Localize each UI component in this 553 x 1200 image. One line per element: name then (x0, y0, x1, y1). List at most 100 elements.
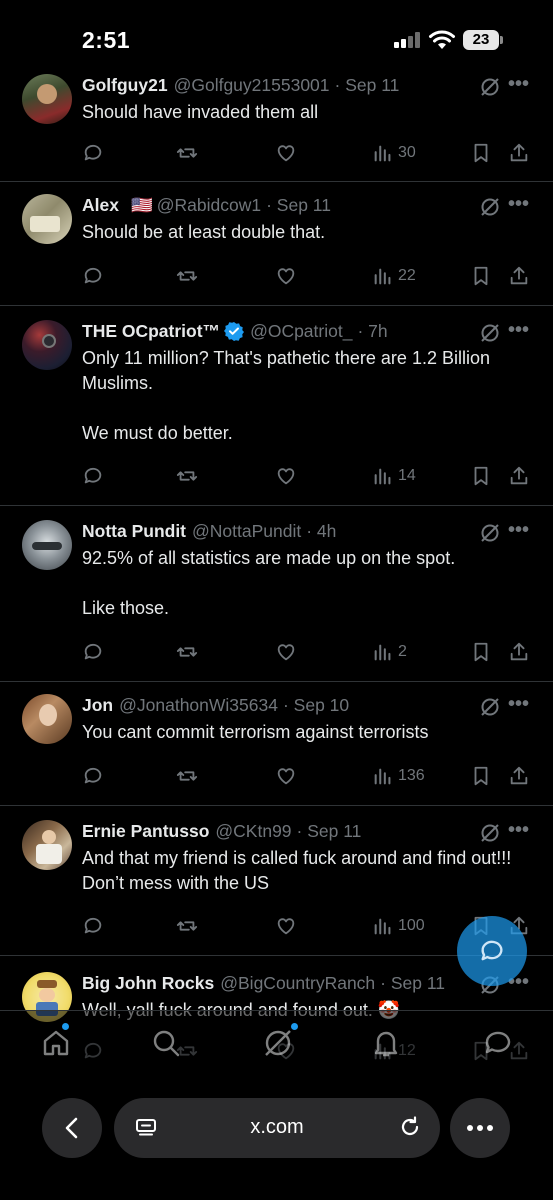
tweet[interactable]: Alex 🇺🇸 @Rabidcow1 · Sep 11 Should be at… (0, 182, 553, 306)
grok-icon[interactable] (479, 76, 501, 98)
notifications-icon[interactable] (370, 1027, 402, 1059)
username[interactable]: @JonathonWi35634 (119, 695, 278, 716)
username[interactable]: @Rabidcow1 (157, 195, 261, 216)
share-button[interactable] (508, 464, 530, 488)
views-button[interactable]: 100 (372, 914, 425, 938)
views-button[interactable]: 14 (372, 464, 416, 488)
home-icon[interactable] (40, 1027, 72, 1059)
avatar[interactable] (22, 74, 72, 124)
display-name[interactable]: Jon (82, 695, 113, 716)
grok-icon[interactable] (479, 822, 501, 844)
bookmark-button[interactable] (470, 764, 492, 788)
like-icon (277, 268, 295, 285)
grok-icon[interactable] (479, 522, 501, 544)
retweet-button[interactable] (176, 914, 198, 938)
avatar[interactable] (22, 320, 72, 370)
more-options-button[interactable]: ••• (508, 193, 529, 216)
search-icon[interactable] (150, 1027, 182, 1059)
like-button[interactable] (275, 464, 297, 488)
reply-button[interactable] (82, 141, 104, 165)
username[interactable]: @OCpatriot_ (250, 321, 352, 342)
bookmark-button[interactable] (470, 141, 492, 165)
share-button[interactable] (508, 640, 530, 664)
views-icon (374, 468, 391, 485)
display-name[interactable]: Alex (82, 195, 119, 216)
address-bar[interactable]: x.com (114, 1098, 440, 1158)
like-button[interactable] (275, 640, 297, 664)
share-button[interactable] (508, 764, 530, 788)
compose-reply-button[interactable] (457, 916, 527, 986)
display-name[interactable]: Big John Rocks (82, 973, 214, 994)
reply-button[interactable] (82, 914, 104, 938)
like-icon (277, 468, 295, 485)
views-button[interactable]: 22 (372, 264, 416, 288)
display-name[interactable]: THE OCpatriot™ (82, 321, 220, 342)
tweet-actions: 30 (82, 141, 532, 165)
display-name[interactable]: Golfguy21 (82, 75, 168, 96)
retweet-button[interactable] (176, 141, 198, 165)
avatar[interactable] (22, 694, 72, 744)
username[interactable]: @CKtn99 (215, 821, 291, 842)
bookmark-button[interactable] (470, 640, 492, 664)
reply-button[interactable] (82, 764, 104, 788)
tweet[interactable]: Jon @JonathonWi35634 · Sep 10 You cant c… (0, 682, 553, 806)
avatar[interactable] (22, 194, 72, 244)
display-name[interactable]: Ernie Pantusso (82, 821, 209, 842)
username[interactable]: @BigCountryRanch (220, 973, 375, 994)
messages-icon[interactable] (482, 1027, 514, 1059)
views-button[interactable]: 2 (372, 640, 407, 664)
views-button[interactable]: 136 (372, 764, 425, 788)
share-icon (510, 642, 528, 661)
views-button[interactable]: 30 (372, 141, 416, 165)
timestamp[interactable]: · Sep 11 (380, 973, 445, 994)
avatar[interactable] (22, 520, 72, 570)
share-button[interactable] (508, 264, 530, 288)
retweet-button[interactable] (176, 464, 198, 488)
grok-icon[interactable] (479, 696, 501, 718)
display-name[interactable]: Notta Pundit (82, 521, 186, 542)
grok-icon[interactable] (479, 196, 501, 218)
avatar[interactable] (22, 820, 72, 870)
timestamp[interactable]: · 7h (357, 321, 387, 342)
tweet-header: Ernie Pantusso @CKtn99 · Sep 11 (82, 819, 535, 843)
more-options-button[interactable]: ••• (508, 819, 529, 842)
bookmark-button[interactable] (470, 464, 492, 488)
username[interactable]: @NottaPundit (192, 521, 301, 542)
grok-icon[interactable] (479, 322, 501, 344)
bookmark-icon (474, 266, 488, 286)
retweet-button[interactable] (176, 764, 198, 788)
retweet-button[interactable] (176, 640, 198, 664)
username[interactable]: @Golfguy21553001 (174, 75, 330, 96)
timestamp[interactable]: · Sep 11 (266, 195, 331, 216)
back-button[interactable] (42, 1098, 102, 1158)
bottom-navigation (0, 1010, 553, 1078)
like-button[interactable] (275, 914, 297, 938)
bookmark-icon (474, 642, 488, 662)
reload-icon[interactable] (398, 1115, 422, 1139)
tweet[interactable]: Notta Pundit @NottaPundit · 4h 92.5% of … (0, 506, 553, 682)
flag-emoji: 🇺🇸 (130, 194, 153, 215)
browser-more-button[interactable] (450, 1098, 510, 1158)
more-options-button[interactable]: ••• (508, 73, 529, 96)
timestamp[interactable]: · Sep 10 (283, 695, 349, 716)
view-count: 14 (398, 467, 416, 484)
reply-button[interactable] (82, 640, 104, 664)
retweet-button[interactable] (176, 264, 198, 288)
like-button[interactable] (275, 764, 297, 788)
tweet[interactable]: THE OCpatriot™ @OCpatriot_ · 7h Only 11 … (0, 306, 553, 506)
bookmark-button[interactable] (470, 264, 492, 288)
grok-tab-icon[interactable] (262, 1027, 294, 1059)
more-options-button[interactable]: ••• (508, 693, 529, 716)
like-button[interactable] (275, 141, 297, 165)
like-button[interactable] (275, 264, 297, 288)
reply-button[interactable] (82, 264, 104, 288)
timestamp[interactable]: · 4h (306, 521, 336, 542)
tweet[interactable]: Golfguy21 @Golfguy21553001 · Sep 11 Shou… (0, 64, 553, 182)
timestamp[interactable]: · Sep 11 (335, 75, 400, 96)
more-options-button[interactable]: ••• (508, 519, 529, 542)
share-button[interactable] (508, 141, 530, 165)
reply-button[interactable] (82, 464, 104, 488)
more-options-button[interactable]: ••• (508, 319, 529, 342)
timestamp[interactable]: · Sep 11 (297, 821, 362, 842)
share-icon (510, 766, 528, 785)
